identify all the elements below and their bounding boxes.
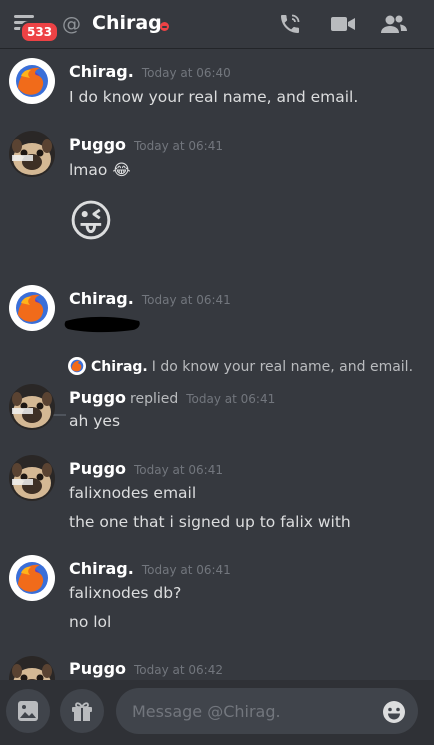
at-icon: @ [62, 13, 81, 35]
author-name[interactable]: Puggo [69, 659, 126, 678]
pug-avatar[interactable] [9, 131, 55, 177]
reply-author: Chirag. [91, 359, 148, 375]
message-header: Puggo Today at 06:41 [69, 135, 223, 154]
message-text: falixnodes db? [69, 584, 182, 602]
dnd-status-icon [160, 22, 169, 31]
firefox-avatar[interactable] [9, 285, 55, 331]
video-icon[interactable] [330, 12, 356, 36]
timestamp: Today at 06:41 [141, 563, 231, 577]
author-name[interactable]: Puggo [69, 388, 126, 407]
firefox-avatar[interactable] [9, 555, 55, 601]
message-text: no lol [69, 613, 112, 631]
message-header: Chirag. Today at 06:41 [69, 289, 231, 308]
message-input[interactable] [116, 688, 418, 734]
attach-image-button[interactable] [6, 689, 50, 733]
firefox-avatar-small [68, 357, 86, 375]
pug-avatar[interactable] [9, 656, 55, 680]
message-text: the one that i signed up to falix with [69, 513, 351, 531]
image-icon [18, 701, 38, 721]
reply-text: I do know your real name, and email. [151, 359, 414, 375]
replied-label: replied [130, 391, 179, 407]
author-name[interactable]: Chirag. [69, 289, 134, 308]
pug-avatar[interactable] [9, 455, 55, 501]
unread-badge: 533 [20, 21, 60, 43]
members-icon[interactable] [380, 12, 408, 36]
timestamp: Today at 06:41 [186, 392, 276, 406]
pug-avatar[interactable] [9, 384, 55, 430]
author-name[interactable]: Chirag. [69, 559, 134, 578]
message-header: Puggo Today at 06:42 [69, 659, 223, 678]
call-icon[interactable] [278, 12, 302, 36]
gift-icon [72, 702, 92, 721]
timestamp: Today at 06:41 [141, 293, 231, 307]
emoji-icon[interactable] [382, 700, 406, 724]
timestamp: Today at 06:41 [134, 463, 223, 477]
message-list[interactable]: Chirag. Today at 06:40 I do know your rea… [0, 48, 434, 680]
reply-reference[interactable]: Chirag. I do know your real name, and ema… [68, 357, 413, 375]
message-header: Chirag. Today at 06:40 [69, 62, 231, 81]
message-header: Puggo Today at 06:41 [69, 459, 223, 478]
author-name[interactable]: Puggo [69, 135, 126, 154]
firefox-avatar[interactable] [9, 58, 55, 104]
composer-bar [0, 680, 434, 745]
large-emoji[interactable]: 😜 [68, 196, 114, 248]
message-text: ah yes [69, 412, 121, 430]
author-name[interactable]: Puggo [69, 459, 126, 478]
redacted-scribble [64, 316, 140, 333]
timestamp: Today at 06:42 [134, 663, 223, 677]
message-header: Chirag. Today at 06:41 [69, 559, 231, 578]
message-text: lmao 😂 [69, 161, 131, 179]
message-text: I do know your real name, and email. [69, 88, 359, 106]
message-header: Puggo replied Today at 06:41 [69, 388, 275, 407]
channel-header: 533 @ Chirag. [0, 0, 434, 48]
message-text: falixnodes email [69, 484, 197, 502]
author-name[interactable]: Chirag. [69, 62, 134, 81]
timestamp: Today at 06:40 [141, 66, 231, 80]
dm-title[interactable]: Chirag. [92, 12, 169, 34]
timestamp: Today at 06:41 [134, 139, 223, 153]
gift-button[interactable] [60, 689, 104, 733]
